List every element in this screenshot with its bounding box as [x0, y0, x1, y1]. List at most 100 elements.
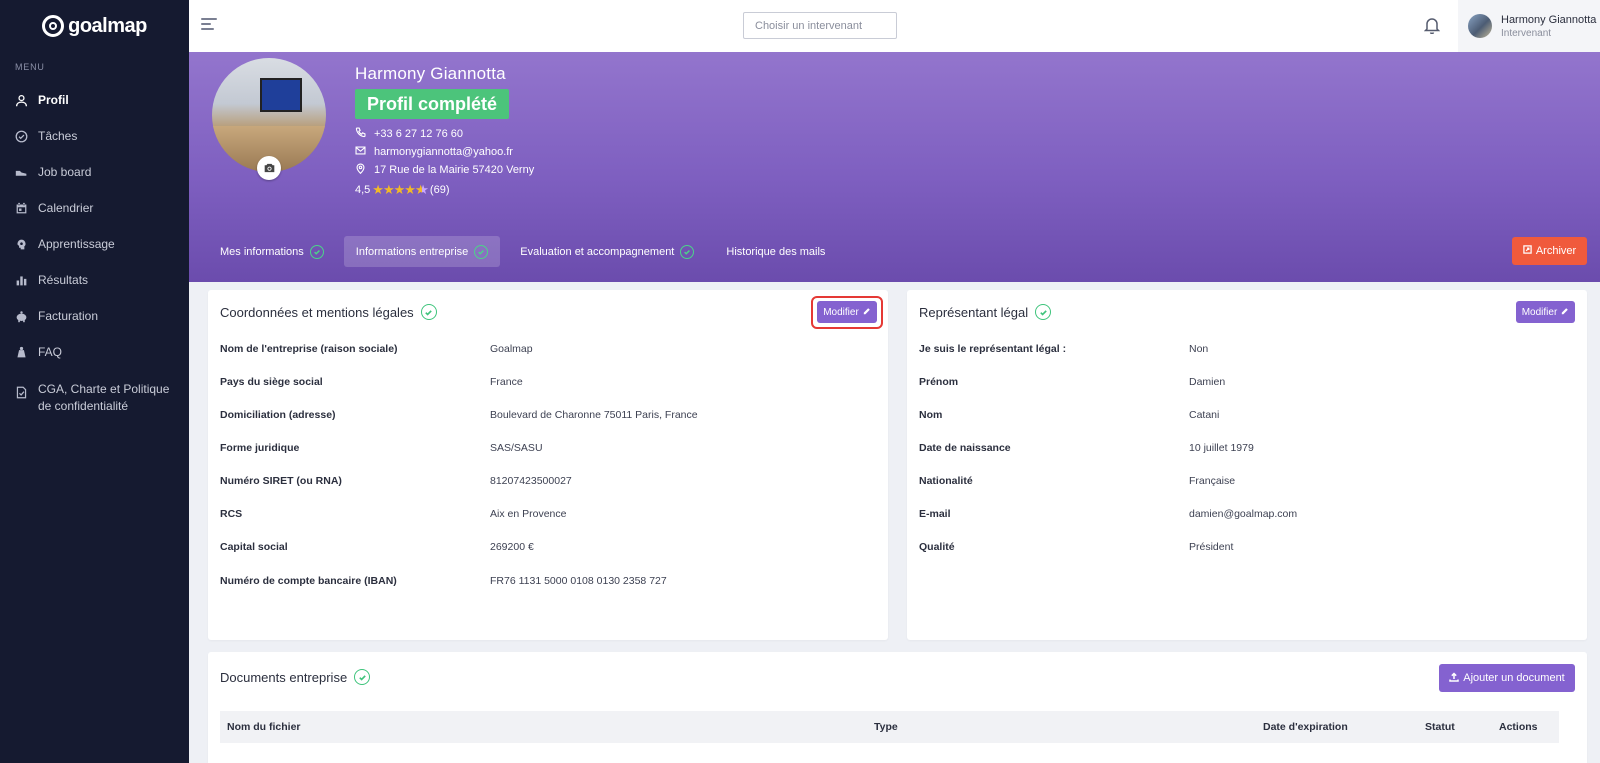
list-item: Je suis le représentant légal : Non: [919, 343, 1209, 355]
sidebar-item-label: Résultats: [38, 273, 89, 287]
archive-button[interactable]: Archiver: [1512, 237, 1587, 265]
intervenant-search-input[interactable]: [743, 12, 897, 39]
sidebar-item-job-board[interactable]: Job board: [0, 165, 106, 179]
check-circle-icon: [474, 244, 489, 259]
list-item: Prénom Damien: [919, 376, 1226, 388]
tab-evaluation-accompagnement[interactable]: Evaluation et accompagnement: [508, 236, 706, 267]
column-header[interactable]: Type: [874, 721, 898, 733]
documents-card: Documents entreprise Ajouter un document…: [208, 652, 1587, 763]
menu-toggle-icon[interactable]: [201, 18, 217, 32]
sidebar-item-label: Profil: [38, 93, 69, 107]
profile-phone: +33 6 27 12 76 60: [355, 127, 463, 141]
sidebar-item-label: Calendrier: [38, 201, 94, 215]
document-icon: [15, 386, 28, 399]
legal-representative-card: Représentant légal Modifier Je suis le r…: [907, 290, 1587, 640]
location-pin-icon: [355, 163, 366, 177]
sidebar-item-apprentissage[interactable]: Apprentissage: [0, 237, 130, 251]
status-badge: Profil complété: [355, 89, 510, 119]
profile-photo: [212, 58, 326, 172]
list-item: Qualité Président: [919, 541, 1234, 553]
sidebar-item-label: CGA, Charte et Politique de confidential…: [38, 382, 170, 413]
topbar: Harmony Giannotta Intervenant: [189, 0, 1600, 52]
shoe-icon: [15, 166, 28, 179]
check-circle-icon: [680, 244, 695, 259]
column-header[interactable]: Statut: [1425, 721, 1455, 733]
sidebar-item-calendrier[interactable]: Calendrier: [0, 201, 108, 215]
list-item: Date de naissance 10 juillet 1979: [919, 442, 1254, 454]
sidebar: goalmap MENU Profil Tâches Job board Cal…: [0, 0, 189, 763]
column-header[interactable]: Date d'expiration: [1263, 721, 1348, 733]
documents-table-header: Nom du fichier Type Date d'expiration St…: [220, 711, 1559, 743]
list-item: Domiciliation (adresse) Boulevard de Char…: [220, 409, 698, 421]
list-item: Numéro SIRET (ou RNA) 81207423500027: [220, 475, 572, 487]
tab-informations-entreprise[interactable]: Informations entreprise: [343, 236, 501, 267]
user-role: Intervenant: [1501, 27, 1552, 39]
list-item: Nationalité Française: [919, 475, 1236, 487]
sidebar-item-label: Facturation: [38, 309, 99, 323]
goalmap-logo[interactable]: goalmap: [0, 0, 189, 52]
pencil-icon: [1561, 307, 1569, 318]
user-icon: [15, 94, 28, 107]
upload-icon: [1449, 671, 1459, 685]
column-header[interactable]: Nom du fichier: [227, 721, 301, 733]
list-item: Nom de l'entreprise (raison sociale) Goal…: [220, 343, 533, 355]
card-title: Documents entreprise: [220, 669, 371, 685]
calendar-icon: [15, 202, 28, 215]
sidebar-item-label: FAQ: [38, 345, 63, 359]
profile-email: harmonygiannotta@yahoo.fr: [355, 145, 513, 159]
sidebar-item-taches[interactable]: Tâches: [0, 129, 92, 143]
sidebar-item-facturation[interactable]: Facturation: [0, 309, 113, 323]
piggy-bank-icon: [15, 310, 28, 323]
check-circle-icon: [354, 669, 371, 685]
list-item: Capital social 269200 €: [220, 541, 534, 553]
sidebar-item-label: Apprentissage: [38, 237, 115, 251]
bar-chart-icon: [15, 274, 28, 287]
profile-banner: Harmony Giannotta Profil complété +33 6 …: [189, 52, 1600, 282]
check-circle-icon: [309, 244, 324, 259]
bell-icon[interactable]: [1423, 16, 1441, 35]
profile-tabs: Mes informations Informations entreprise…: [208, 236, 837, 267]
logo-mark-icon: [42, 15, 65, 37]
profile-name: Harmony Giannotta: [355, 64, 506, 83]
phone-icon: [355, 127, 366, 141]
rating: 4,5 ★★★★★★ (69): [355, 182, 449, 198]
user-menu[interactable]: Harmony Giannotta Intervenant: [1458, 0, 1600, 52]
faq-icon: [15, 346, 28, 359]
list-item: Forme juridique SAS/SASU: [220, 442, 543, 454]
list-item: RCS Aix en Provence: [220, 508, 567, 520]
mail-icon: [355, 145, 366, 159]
sidebar-item-resultats[interactable]: Résultats: [0, 273, 103, 287]
list-item: Pays du siège social France: [220, 376, 523, 388]
add-document-button[interactable]: Ajouter un document: [1439, 664, 1575, 692]
card-title: Représentant légal: [919, 304, 1052, 320]
column-header[interactable]: Actions: [1499, 721, 1538, 733]
modifier-legal-button[interactable]: Modifier: [1516, 301, 1575, 323]
sidebar-item-faq[interactable]: FAQ: [0, 345, 77, 359]
menu-heading: MENU: [15, 62, 45, 72]
check-circle-icon: [420, 304, 437, 320]
list-item: E-mail damien@goalmap.com: [919, 508, 1298, 520]
list-item: Nom Catani: [919, 409, 1220, 421]
rating-count: (69): [429, 184, 450, 196]
profile-address: 17 Rue de la Mairie 57420 Verny: [355, 163, 534, 177]
archive-icon: [1523, 245, 1532, 257]
company-legal-card: Coordonnées et mentions légales Modifier…: [208, 290, 888, 640]
tab-mes-informations[interactable]: Mes informations: [208, 236, 336, 267]
logo-text: goalmap: [68, 14, 147, 37]
user-name: Harmony Giannotta: [1501, 13, 1597, 26]
sidebar-item-profil[interactable]: Profil: [0, 93, 84, 107]
tab-historique-mails[interactable]: Historique des mails: [714, 236, 837, 267]
pencil-icon: [863, 307, 871, 318]
check-circle-icon: [15, 130, 28, 143]
list-item: Numéro de compte bancaire (IBAN) FR76 113…: [220, 575, 667, 587]
sidebar-item-label: Tâches: [38, 129, 78, 143]
sidebar-item-label: Job board: [38, 165, 92, 179]
rating-value: 4,5: [355, 184, 371, 196]
avatar: [1468, 14, 1492, 38]
sidebar-item-cga[interactable]: CGA, Charte et Politique de confidential…: [0, 381, 189, 415]
card-title: Coordonnées et mentions légales: [220, 304, 437, 320]
camera-icon[interactable]: [257, 156, 281, 180]
star-rating-icon: ★★★★★★: [372, 182, 428, 197]
check-circle-icon: [1035, 304, 1052, 320]
modifier-company-button[interactable]: Modifier: [817, 301, 877, 323]
